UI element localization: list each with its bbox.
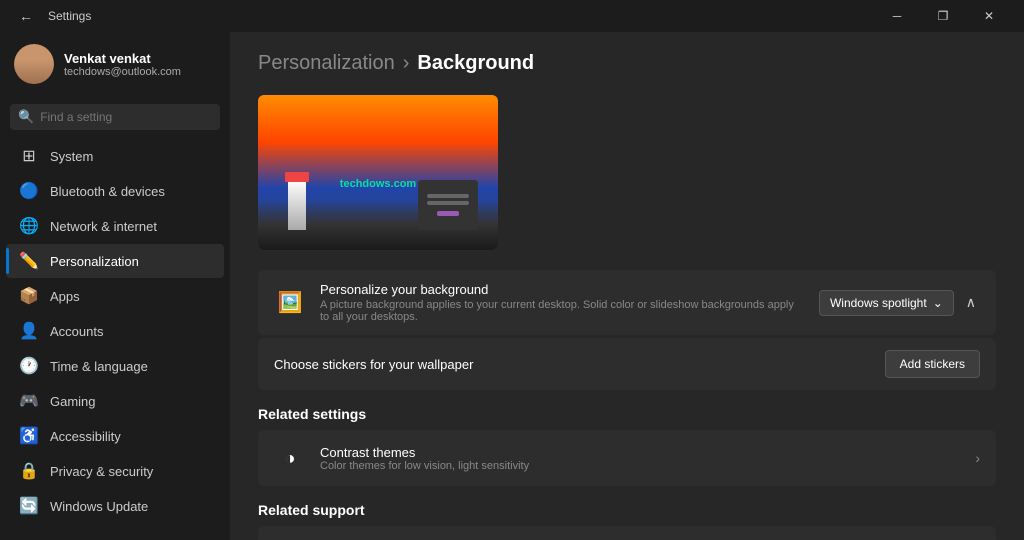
titlebar: ← Settings ─ ❐ ✕ bbox=[0, 0, 1024, 32]
sidebar-item-label-update: Windows Update bbox=[50, 499, 148, 514]
back-button[interactable]: ← bbox=[12, 2, 40, 30]
titlebar-controls: ─ ❐ ✕ bbox=[874, 0, 1012, 32]
sidebar-item-label-network: Network & internet bbox=[50, 219, 157, 234]
sidebar-item-label-accessibility: Accessibility bbox=[50, 429, 121, 444]
sidebar-item-label-system: System bbox=[50, 149, 93, 164]
active-indicator bbox=[6, 248, 9, 274]
contrast-desc: Color themes for low vision, light sensi… bbox=[320, 460, 961, 472]
minimize-button[interactable]: ─ bbox=[874, 0, 920, 32]
user-section[interactable]: Venkat venkat techdows@outlook.com bbox=[0, 32, 230, 96]
preview-line-2 bbox=[427, 201, 469, 205]
sidebar-item-apps[interactable]: 📦 Apps bbox=[6, 279, 224, 313]
sidebar-item-accessibility[interactable]: ♿ Accessibility bbox=[6, 419, 224, 453]
sidebar-item-label-apps: Apps bbox=[50, 289, 80, 304]
contrast-icon: ◑ bbox=[274, 442, 306, 474]
sidebar-item-update[interactable]: 🔄 Windows Update bbox=[6, 489, 224, 523]
bluetooth-icon: 🔵 bbox=[20, 182, 38, 200]
help-background-row[interactable]: 🌐 Help with Background ∧ php bbox=[258, 526, 996, 540]
contrast-title: Contrast themes bbox=[320, 445, 961, 460]
sidebar-item-label-gaming: Gaming bbox=[50, 394, 96, 409]
sidebar-item-label-privacy: Privacy & security bbox=[50, 464, 153, 479]
personalize-icon: 🖼️ bbox=[274, 287, 306, 319]
close-button[interactable]: ✕ bbox=[966, 0, 1012, 32]
sidebar-item-gaming[interactable]: 🎮 Gaming bbox=[6, 384, 224, 418]
app-body: Venkat venkat techdows@outlook.com 🔍 ⊞ Sy… bbox=[0, 32, 1024, 540]
preview-overlay bbox=[418, 180, 478, 230]
breadcrumb: Personalization › Background bbox=[258, 52, 996, 75]
add-stickers-button[interactable]: Add stickers bbox=[885, 350, 980, 378]
breadcrumb-sep: › bbox=[403, 52, 410, 75]
related-support-label: Related support bbox=[258, 502, 996, 518]
sidebar-item-label-bluetooth: Bluetooth & devices bbox=[50, 184, 165, 199]
sidebar-item-label-personalization: Personalization bbox=[50, 254, 139, 269]
sidebar: Venkat venkat techdows@outlook.com 🔍 ⊞ Sy… bbox=[0, 32, 230, 540]
sidebar-item-bluetooth[interactable]: 🔵 Bluetooth & devices bbox=[6, 174, 224, 208]
related-settings-label: Related settings bbox=[258, 406, 996, 422]
collapse-button[interactable]: ∧ bbox=[962, 290, 980, 315]
personalization-icon: ✏️ bbox=[20, 252, 38, 270]
preview-btn-row bbox=[437, 211, 459, 216]
restore-button[interactable]: ❐ bbox=[920, 0, 966, 32]
preview-mini-btn bbox=[437, 211, 459, 216]
sidebar-item-accounts[interactable]: 👤 Accounts bbox=[6, 314, 224, 348]
titlebar-title: Settings bbox=[48, 9, 874, 23]
breadcrumb-parent: Personalization bbox=[258, 52, 395, 75]
update-icon: 🔄 bbox=[20, 497, 38, 515]
search-input[interactable] bbox=[40, 110, 212, 124]
accessibility-icon: ♿ bbox=[20, 427, 38, 445]
personalize-title: Personalize your background bbox=[320, 282, 805, 297]
breadcrumb-current: Background bbox=[417, 52, 534, 75]
preview-lighthouse bbox=[288, 180, 306, 230]
avatar bbox=[14, 44, 54, 84]
personalize-row: 🖼️ Personalize your background A picture… bbox=[258, 270, 996, 335]
user-info: Venkat venkat techdows@outlook.com bbox=[64, 51, 181, 78]
search-box[interactable]: 🔍 bbox=[10, 104, 220, 130]
main-content: Personalization › Background techdows.co… bbox=[230, 32, 1024, 540]
dropdown-label: Windows spotlight bbox=[830, 296, 927, 310]
user-name: Venkat venkat bbox=[64, 51, 181, 66]
search-icon: 🔍 bbox=[18, 109, 34, 125]
personalize-text: Personalize your background A picture ba… bbox=[320, 282, 805, 323]
gaming-icon: 🎮 bbox=[20, 392, 38, 410]
personalize-control: Windows spotlight ⌄ ∧ bbox=[819, 290, 980, 316]
accounts-icon: 👤 bbox=[20, 322, 38, 340]
nav-container: ⊞ System 🔵 Bluetooth & devices 🌐 Network & in… bbox=[0, 138, 230, 524]
sidebar-item-privacy[interactable]: 🔒 Privacy & security bbox=[6, 454, 224, 488]
sidebar-item-personalization[interactable]: ✏️ Personalization bbox=[6, 244, 224, 278]
time-icon: 🕐 bbox=[20, 357, 38, 375]
sticker-row: Choose stickers for your wallpaper Add s… bbox=[258, 338, 996, 390]
sidebar-item-time[interactable]: 🕐 Time & language bbox=[6, 349, 224, 383]
dropdown-arrow-icon: ⌄ bbox=[933, 296, 943, 310]
chevron-right-icon: › bbox=[975, 450, 980, 466]
sidebar-item-network[interactable]: 🌐 Network & internet bbox=[6, 209, 224, 243]
contrast-text: Contrast themes Color themes for low vis… bbox=[320, 445, 961, 472]
privacy-icon: 🔒 bbox=[20, 462, 38, 480]
background-preview: techdows.com bbox=[258, 95, 498, 250]
sidebar-item-label-accounts: Accounts bbox=[50, 324, 103, 339]
preview-line-1 bbox=[427, 194, 469, 198]
contrast-themes-row[interactable]: ◑ Contrast themes Color themes for low v… bbox=[258, 430, 996, 486]
watermark: techdows.com bbox=[340, 178, 416, 190]
apps-icon: 📦 bbox=[20, 287, 38, 305]
system-icon: ⊞ bbox=[20, 147, 38, 165]
personalize-desc: A picture background applies to your cur… bbox=[320, 299, 805, 323]
user-email: techdows@outlook.com bbox=[64, 66, 181, 78]
sticker-label: Choose stickers for your wallpaper bbox=[274, 357, 473, 372]
network-icon: 🌐 bbox=[20, 217, 38, 235]
sidebar-item-system[interactable]: ⊞ System bbox=[6, 139, 224, 173]
sidebar-item-label-time: Time & language bbox=[50, 359, 148, 374]
background-type-dropdown[interactable]: Windows spotlight ⌄ bbox=[819, 290, 954, 316]
